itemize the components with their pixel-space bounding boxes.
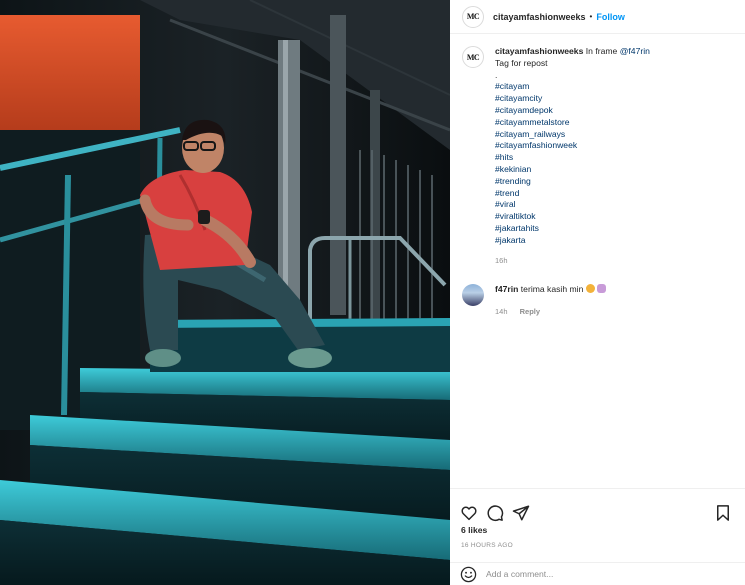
hashtag-list: #citayam #citayamcity #citayamdepok #citaya… bbox=[495, 81, 650, 246]
caption-body: citayamfashionweeks In frame @f47rin Tag… bbox=[495, 46, 650, 266]
comment-item: f47rin terima kasih min 14h Reply bbox=[462, 284, 733, 318]
action-bar bbox=[450, 488, 745, 528]
comment-text: terima kasih min bbox=[520, 284, 584, 295]
hashtag-link[interactable]: #citayamdepok bbox=[495, 105, 650, 117]
hashtag-link[interactable]: #citayam bbox=[495, 81, 650, 93]
hashtag-link[interactable]: #jakarta bbox=[495, 235, 650, 247]
caption-line-3: . bbox=[495, 69, 498, 80]
author-username[interactable]: citayamfashionweeks bbox=[493, 12, 586, 22]
bookmark-icon[interactable] bbox=[714, 504, 732, 522]
hashtag-link[interactable]: #viral bbox=[495, 199, 650, 211]
comments-panel[interactable]: MC citayamfashionweeks In frame @f47rin … bbox=[450, 36, 745, 488]
caption-first-line: citayamfashionweeks In frame @f47rin bbox=[495, 46, 650, 58]
reply-button[interactable]: Reply bbox=[520, 307, 540, 316]
hashtag-link[interactable]: #trending bbox=[495, 176, 650, 188]
commenter-avatar[interactable] bbox=[462, 284, 484, 307]
post-timestamp[interactable]: 16 HOURS AGO bbox=[461, 542, 513, 549]
caption-meta: 16h bbox=[495, 255, 650, 267]
caption-age[interactable]: 16h bbox=[495, 256, 508, 265]
photo-illustration bbox=[0, 0, 450, 585]
add-comment-bar bbox=[450, 562, 745, 585]
author-avatar[interactable]: MC bbox=[462, 5, 484, 28]
person-bowing-emoji-icon bbox=[597, 284, 607, 294]
post-header: MC citayamfashionweeks • Follow bbox=[450, 0, 745, 34]
hashtag-link[interactable]: #viraltiktok bbox=[495, 211, 650, 223]
avatar-logo-text: MC bbox=[466, 52, 480, 62]
comment-age[interactable]: 14h bbox=[495, 307, 508, 316]
caption-mention[interactable]: @f47rin bbox=[620, 46, 650, 56]
caption-avatar[interactable]: MC bbox=[462, 46, 484, 68]
hashtag-link[interactable]: #citayam_railways bbox=[495, 129, 650, 141]
likes-count[interactable]: 6 likes bbox=[461, 525, 487, 535]
post-sidebar: MC citayamfashionweeks • Follow MC citay… bbox=[450, 0, 745, 585]
comment-username[interactable]: f47rin bbox=[495, 284, 518, 294]
caption-line-2: Tag for repost bbox=[495, 57, 548, 68]
hashtag-link[interactable]: #citayammetalstore bbox=[495, 117, 650, 129]
follow-button[interactable]: Follow bbox=[596, 12, 625, 22]
comment-input[interactable] bbox=[486, 569, 716, 579]
comment-line: f47rin terima kasih min bbox=[495, 284, 607, 296]
hashtag-link[interactable]: #kekinian bbox=[495, 164, 650, 176]
separator-dot: • bbox=[589, 12, 593, 21]
comment-meta: 14h Reply bbox=[495, 306, 606, 318]
hashtag-link[interactable]: #hits bbox=[495, 152, 650, 164]
smiling-face-emoji-icon bbox=[585, 284, 595, 294]
hashtag-link[interactable]: #jakartahits bbox=[495, 223, 650, 235]
hashtag-link[interactable]: #trend bbox=[495, 188, 650, 200]
caption-username[interactable]: citayamfashionweeks bbox=[495, 46, 583, 56]
post-photo[interactable] bbox=[0, 0, 450, 585]
caption: MC citayamfashionweeks In frame @f47rin … bbox=[462, 46, 733, 266]
comment-body: f47rin terima kasih min 14h Reply bbox=[495, 284, 607, 318]
avatar-logo-text: MC bbox=[466, 12, 480, 21]
share-icon[interactable] bbox=[512, 504, 530, 522]
hashtag-link[interactable]: #citayamfashionweek bbox=[495, 140, 650, 152]
instagram-post-viewer: MC citayamfashionweeks • Follow MC citay… bbox=[0, 0, 745, 585]
comment-icon[interactable] bbox=[486, 504, 504, 522]
caption-text: In frame bbox=[585, 46, 620, 56]
heart-icon[interactable] bbox=[460, 504, 478, 522]
hashtag-link[interactable]: #citayamcity bbox=[495, 93, 650, 105]
emoji-picker-icon[interactable] bbox=[460, 566, 477, 583]
